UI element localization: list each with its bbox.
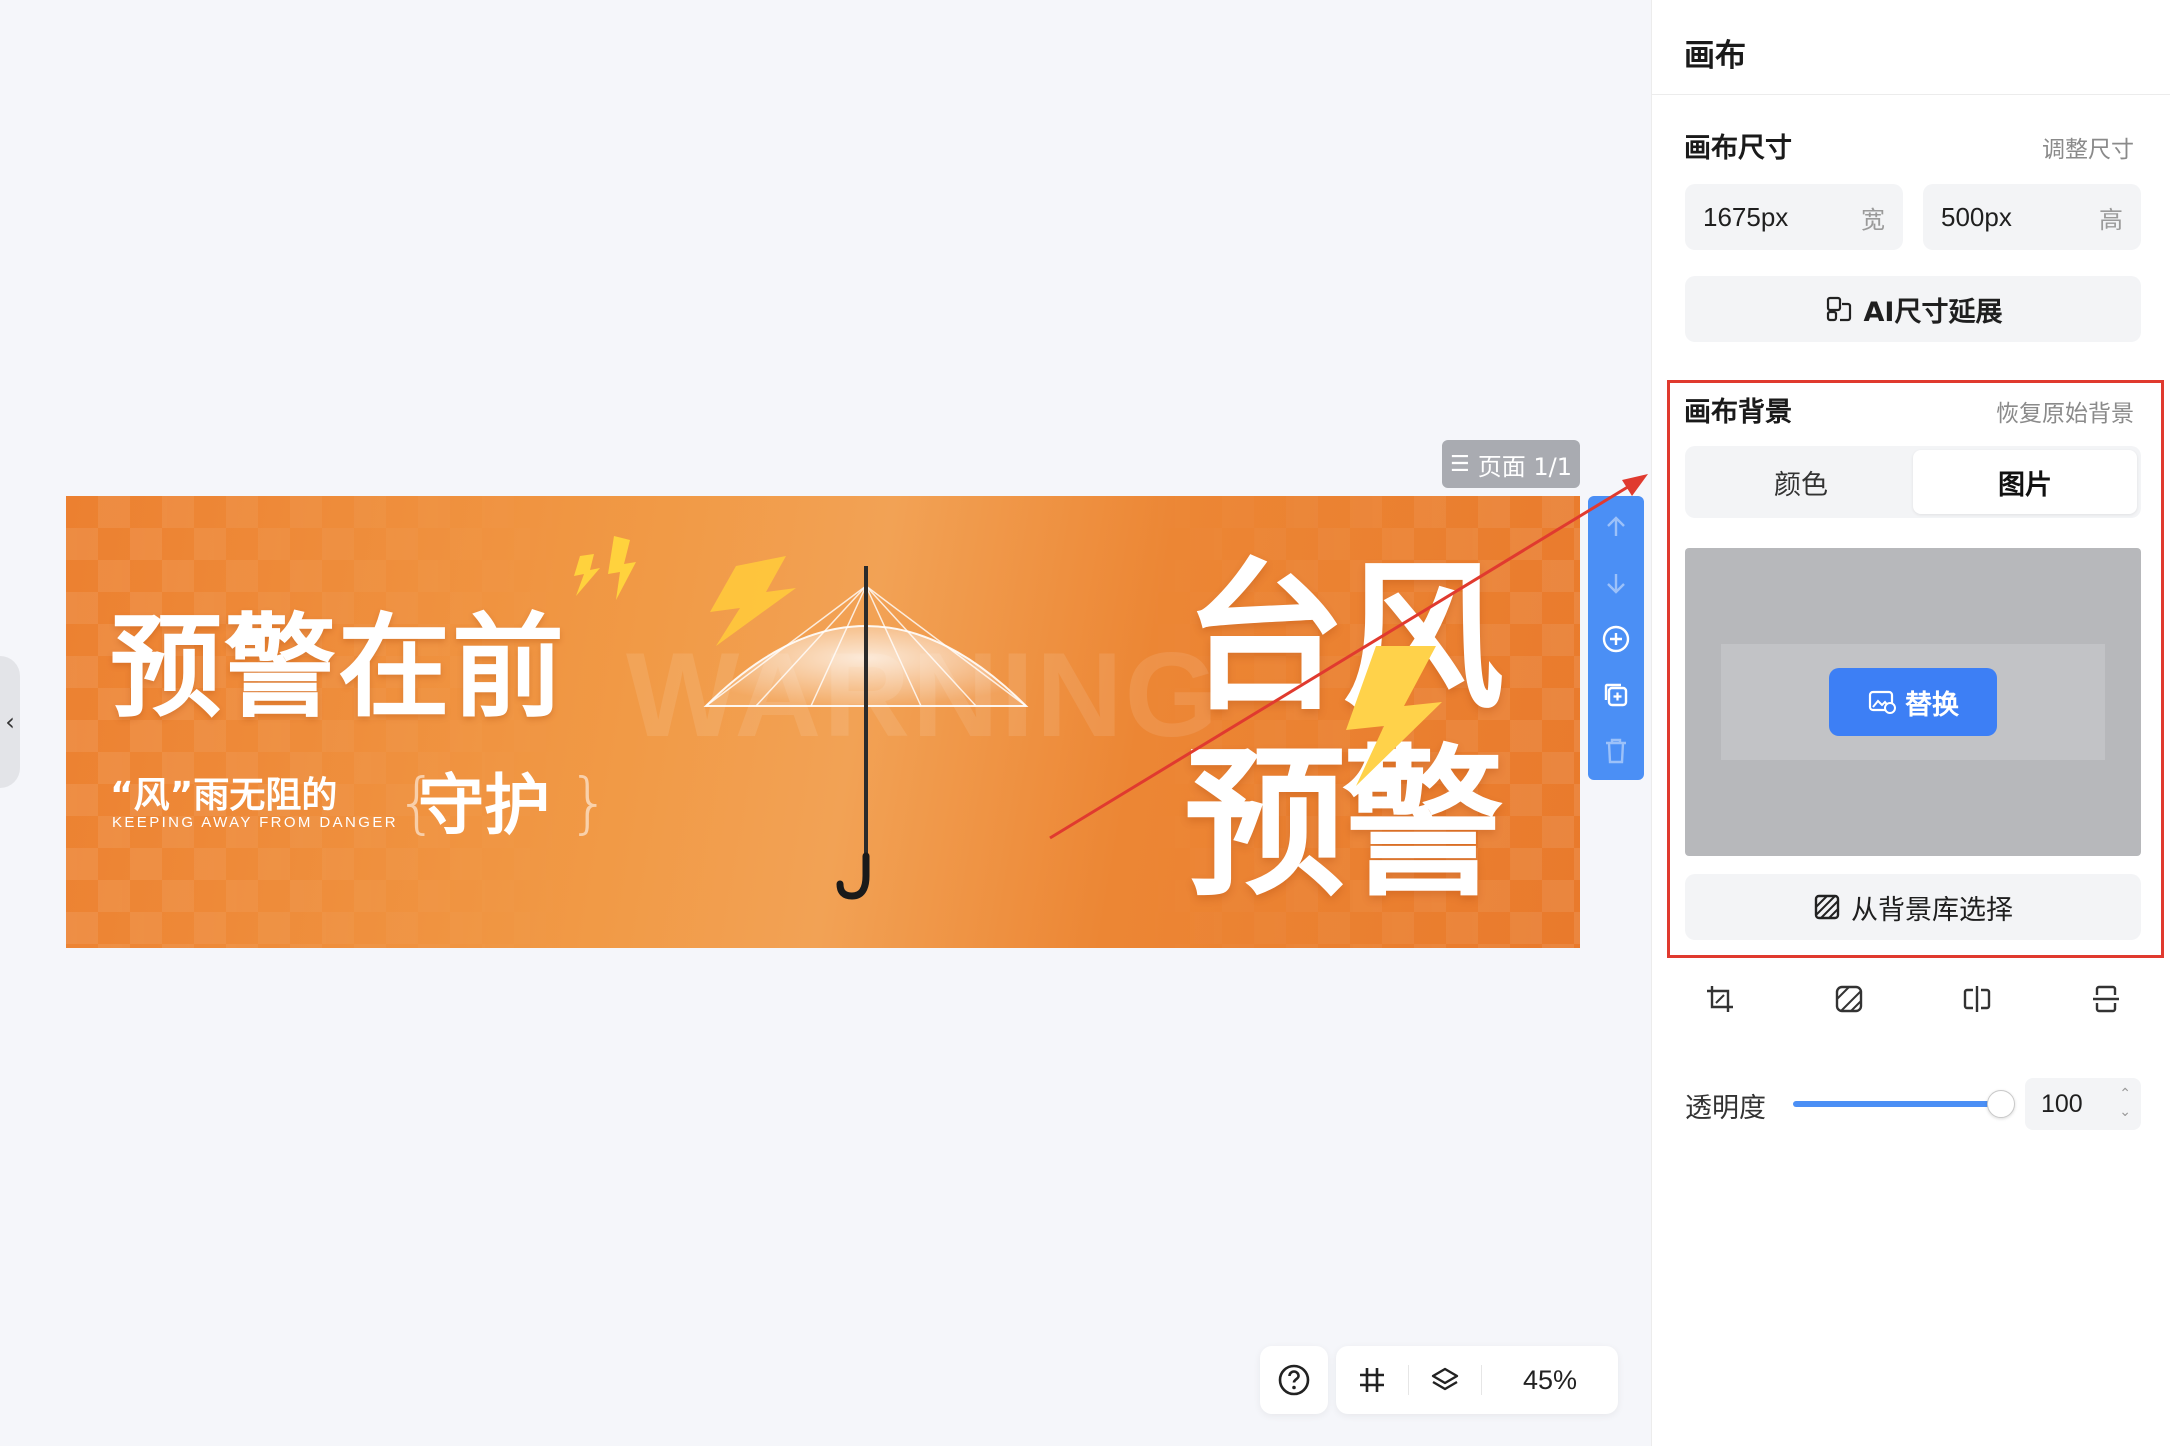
add-page-button[interactable] (1596, 618, 1636, 660)
pattern-library-icon (1814, 894, 1840, 920)
panel-divider (1652, 94, 2170, 95)
canvas-width-unit: 宽 (1861, 205, 1885, 234)
opacity-slider-track[interactable] (1793, 1101, 2001, 1107)
canvas-height-unit: 高 (2099, 205, 2123, 234)
delete-page-button[interactable] (1596, 730, 1636, 772)
lightning-bolt-icon (574, 536, 636, 600)
flip-horizontal-button[interactable] (1952, 974, 2002, 1024)
ai-extend-label: AI尺寸延展 (1863, 296, 2003, 328)
canvas-height-field[interactable]: 500px 高 (1923, 184, 2141, 250)
banner-canvas[interactable]: WARNING 预警在前 “风”雨无阻的 KEEPING AWAY FROM D… (66, 496, 1580, 948)
background-image-preview: 替换 (1685, 548, 2141, 856)
banner-headline[interactable]: 预警在前 (110, 612, 566, 724)
ai-extend-button[interactable]: AI尺寸延展 (1685, 276, 2141, 342)
replace-image-button[interactable]: 替换 (1829, 668, 1997, 736)
arrow-up-icon (1607, 516, 1625, 536)
duplicate-icon (1604, 683, 1628, 707)
crop-button[interactable] (1695, 974, 1745, 1024)
restore-background-link[interactable]: 恢复原始背景 (1996, 394, 2134, 428)
help-icon (1278, 1364, 1310, 1396)
panel-title: 画布 (1684, 38, 1746, 74)
banner-subline[interactable]: “风”雨无阻的 (110, 766, 337, 818)
lightning-bolt-title-icon (1346, 646, 1442, 786)
page-indicator-label: 页面 1/1 (1477, 452, 1572, 481)
opacity-label: 透明度 (1685, 1093, 1766, 1124)
flip-horizontal-icon (1964, 986, 1991, 1012)
background-type-tabs: 颜色 图片 (1685, 446, 2141, 518)
trash-icon (1606, 738, 1626, 764)
help-button[interactable] (1260, 1346, 1328, 1414)
move-up-button[interactable] (1596, 506, 1636, 548)
grid-toggle-button[interactable] (1336, 1346, 1408, 1414)
stepper-arrows-icon[interactable]: ⌃ ⌄ (2119, 1084, 2131, 1120)
canvas-background-title: 画布背景 (1684, 397, 1792, 428)
properties-panel: 画布 画布尺寸 调整尺寸 1675px 宽 500px 高 AI尺寸延展 画布背… (1651, 0, 2170, 1446)
layers-icon (1431, 1367, 1459, 1391)
canvas-height-value: 500px (1941, 201, 2012, 232)
canvas-width-field[interactable]: 1675px 宽 (1685, 184, 1903, 250)
image-replace-icon (1868, 690, 1896, 714)
canvas-workspace: ‹ ☰ 页面 1/1 WARNING 预警在前 “风”雨无阻的 KEEPING … (0, 0, 1651, 1446)
zoom-level-value: 45% (1522, 1364, 1578, 1395)
opacity-slider-thumb[interactable] (1987, 1090, 2015, 1118)
filter-icon (1835, 985, 1862, 1013)
page-indicator[interactable]: ☰ 页面 1/1 (1442, 440, 1580, 488)
background-library-label: 从背景库选择 (1851, 894, 2013, 926)
banner-subline-en[interactable]: KEEPING AWAY FROM DANGER (112, 814, 398, 831)
right-brace-decoration: } (568, 764, 610, 841)
page-action-toolbar (1588, 496, 1644, 780)
grid-hash-icon (1360, 1368, 1384, 1392)
canvas-size-title: 画布尺寸 (1684, 133, 1792, 164)
chevron-left-icon: ‹ (5, 708, 15, 736)
flip-vertical-button[interactable] (2081, 974, 2131, 1024)
plus-circle-icon (1602, 625, 1630, 653)
canvas-width-value: 1675px (1703, 201, 1789, 232)
list-icon: ☰ (1450, 451, 1470, 477)
tab-color[interactable]: 颜色 (1689, 450, 1913, 514)
opacity-value-field[interactable]: 100 ⌃ ⌄ (2025, 1078, 2141, 1130)
replace-image-label: 替换 (1905, 689, 1959, 721)
duplicate-page-button[interactable] (1596, 674, 1636, 716)
image-tools-row (1685, 974, 2141, 1024)
move-down-button[interactable] (1596, 562, 1636, 604)
layers-button[interactable] (1409, 1346, 1481, 1414)
adjust-size-link[interactable]: 调整尺寸 (2042, 130, 2134, 164)
background-library-button[interactable]: 从背景库选择 (1685, 874, 2141, 940)
arrow-down-icon (1607, 574, 1625, 594)
collapse-left-panel-button[interactable]: ‹ (0, 656, 20, 788)
tab-image[interactable]: 图片 (1913, 450, 2137, 514)
banner-guard-text[interactable]: 守护 (418, 752, 550, 848)
filter-button[interactable] (1824, 974, 1874, 1024)
opacity-value: 100 (2041, 1089, 2083, 1118)
flip-vertical-icon (2092, 985, 2119, 1013)
umbrella-illustration (703, 566, 1029, 900)
zoom-toolbar: 45% (1336, 1346, 1618, 1414)
crop-icon (1707, 986, 1733, 1012)
zoom-level-control[interactable]: 45% (1482, 1346, 1618, 1414)
ai-extend-icon (1826, 296, 1851, 322)
